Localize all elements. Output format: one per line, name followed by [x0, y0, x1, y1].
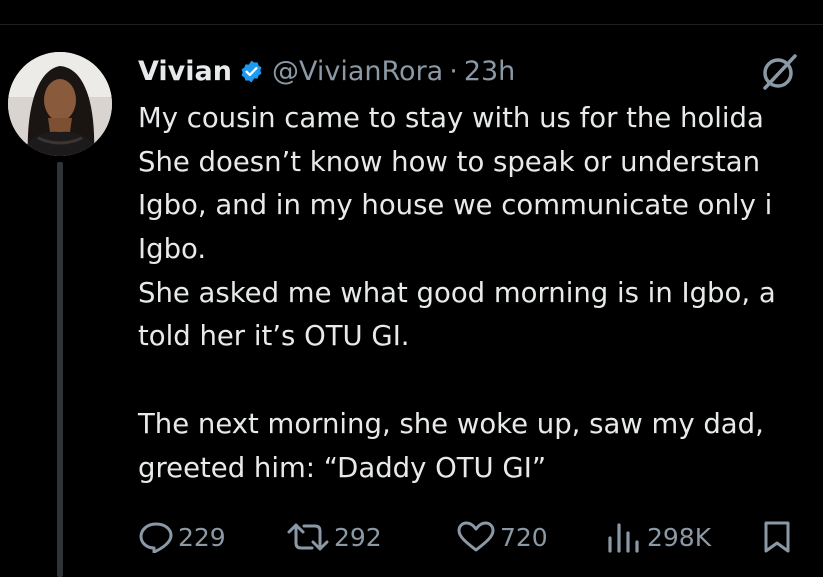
- author-name[interactable]: Vivian: [138, 56, 232, 87]
- like-button[interactable]: 720: [456, 515, 548, 559]
- avatar[interactable]: [8, 52, 112, 156]
- views-icon: [608, 523, 639, 553]
- author-handle[interactable]: @VivianRora: [272, 56, 443, 87]
- reply-icon: [139, 522, 173, 553]
- avatar-photo: [8, 52, 112, 156]
- divider: [0, 24, 823, 25]
- tweet-line: The next morning, she woke up, saw my da…: [138, 407, 764, 440]
- tweet-header: Vivian @VivianRora · 23h: [138, 52, 515, 90]
- verified-badge-icon: [241, 60, 262, 82]
- bookmark-button[interactable]: [762, 515, 792, 559]
- grok-icon[interactable]: [757, 50, 801, 94]
- tweet-line: Igbo, and in my house we communicate onl…: [138, 189, 773, 222]
- reply-button[interactable]: 229: [138, 515, 226, 559]
- header-separator: ·: [449, 55, 458, 87]
- tweet-line: My cousin came to stay with us for the h…: [138, 102, 764, 134]
- tweet-line: [138, 359, 823, 403]
- tweet-line: told her it’s OTU GI.: [138, 320, 410, 353]
- bookmark-icon: [764, 521, 790, 553]
- repost-button[interactable]: 292: [286, 515, 382, 559]
- repost-icon: [287, 523, 329, 551]
- like-count: 720: [500, 522, 548, 552]
- repost-count: 292: [334, 522, 382, 552]
- like-icon: [457, 521, 495, 552]
- timestamp[interactable]: 23h: [464, 56, 515, 87]
- tweet-line: greeted him: “Daddy OTU GI”: [138, 451, 547, 484]
- action-bar: 229 292 720 298K: [138, 515, 823, 559]
- tweet-line: She doesn’t know how to speak or underst…: [138, 145, 761, 178]
- tweet-text: My cousin came to stay with us for the h…: [138, 97, 823, 490]
- reply-count: 229: [178, 522, 226, 552]
- tweet-line: Igbo.: [138, 233, 207, 266]
- tweet-line: She asked me what good morning is in Igb…: [138, 276, 776, 309]
- thread-line: [57, 162, 63, 577]
- views-count: 298K: [647, 522, 712, 552]
- views-button[interactable]: 298K: [605, 515, 711, 559]
